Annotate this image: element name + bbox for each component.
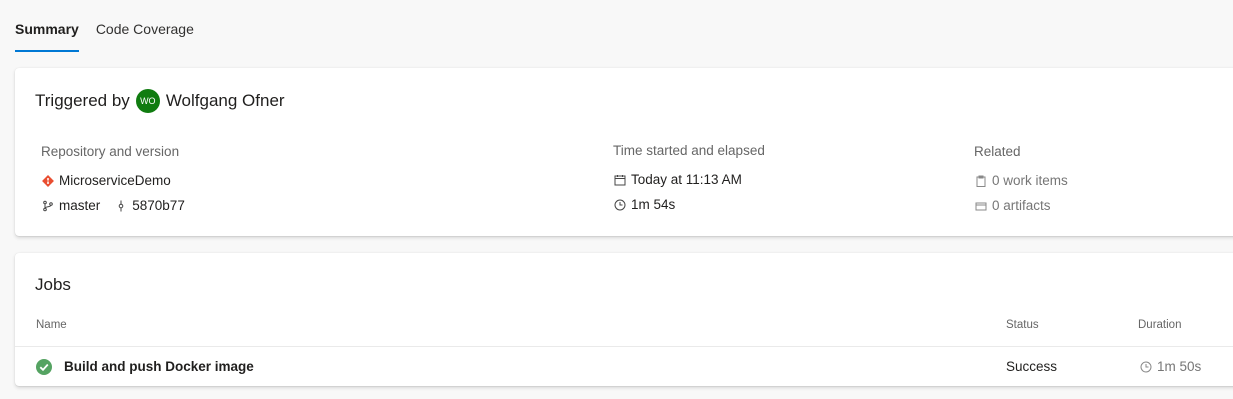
success-check-icon [36, 359, 52, 375]
tab-code-coverage[interactable]: Code Coverage [96, 0, 194, 52]
elapsed-line: 1m 54s [613, 192, 765, 217]
summary-card: Triggered by WO Wolfgang Ofner Repositor… [15, 68, 1233, 236]
version-line: master 5870b77 [41, 193, 185, 218]
column-header-duration: Duration [1138, 319, 1182, 331]
tab-summary[interactable]: Summary [15, 0, 79, 52]
table-row[interactable]: Build and push Docker image Success 1m 5… [15, 347, 1233, 385]
repo-name[interactable]: MicroserviceDemo [59, 173, 171, 188]
job-name[interactable]: Build and push Docker image [64, 359, 254, 374]
git-repo-icon [41, 174, 55, 188]
tab-bar: Summary Code Coverage [15, 0, 211, 52]
repository-header: Repository and version [41, 144, 180, 159]
job-duration-value: 1m 50s [1157, 359, 1202, 374]
time-header: Time started and elapsed [613, 143, 765, 158]
start-time: Today at 11:13 AM [631, 172, 742, 187]
repository-section: Repository and version MicroserviceDemo … [41, 144, 185, 218]
commit-id[interactable]: 5870b77 [132, 198, 185, 213]
clock-icon [613, 198, 627, 212]
branch-name[interactable]: master [59, 198, 100, 213]
avatar[interactable]: WO [135, 89, 160, 113]
elapsed-time: 1m 54s [631, 197, 676, 212]
related-header: Related [974, 144, 1021, 159]
related-section: Related 0 work items 0 artifacts [974, 144, 1068, 218]
artifact-icon [974, 199, 988, 213]
jobs-card: Jobs Name Status Duration Build and push… [15, 253, 1233, 386]
clock-icon [1139, 360, 1153, 374]
user-name[interactable]: Wolfgang Ofner [166, 91, 285, 111]
jobs-title: Jobs [35, 275, 71, 294]
column-header-name: Name [36, 319, 67, 331]
time-section: Time started and elapsed Today at 11:13 … [613, 143, 765, 217]
column-header-status: Status [1006, 319, 1039, 331]
triggered-by-label: Triggered by [35, 91, 130, 110]
branch-icon [41, 199, 55, 213]
job-status: Success [1006, 359, 1058, 374]
commit-icon [114, 199, 128, 213]
job-duration: 1m 50s [1139, 359, 1201, 374]
work-items-line[interactable]: 0 work items [974, 168, 1068, 193]
repo-line[interactable]: MicroserviceDemo [41, 168, 185, 193]
trigger-info: Triggered by WO Wolfgang Ofner [35, 89, 285, 113]
work-items-count[interactable]: 0 work items [992, 173, 1068, 188]
clipboard-icon [974, 174, 988, 188]
start-time-line: Today at 11:13 AM [613, 167, 765, 192]
calendar-icon [613, 173, 627, 187]
artifacts-count[interactable]: 0 artifacts [992, 198, 1051, 213]
artifacts-line[interactable]: 0 artifacts [974, 193, 1068, 218]
